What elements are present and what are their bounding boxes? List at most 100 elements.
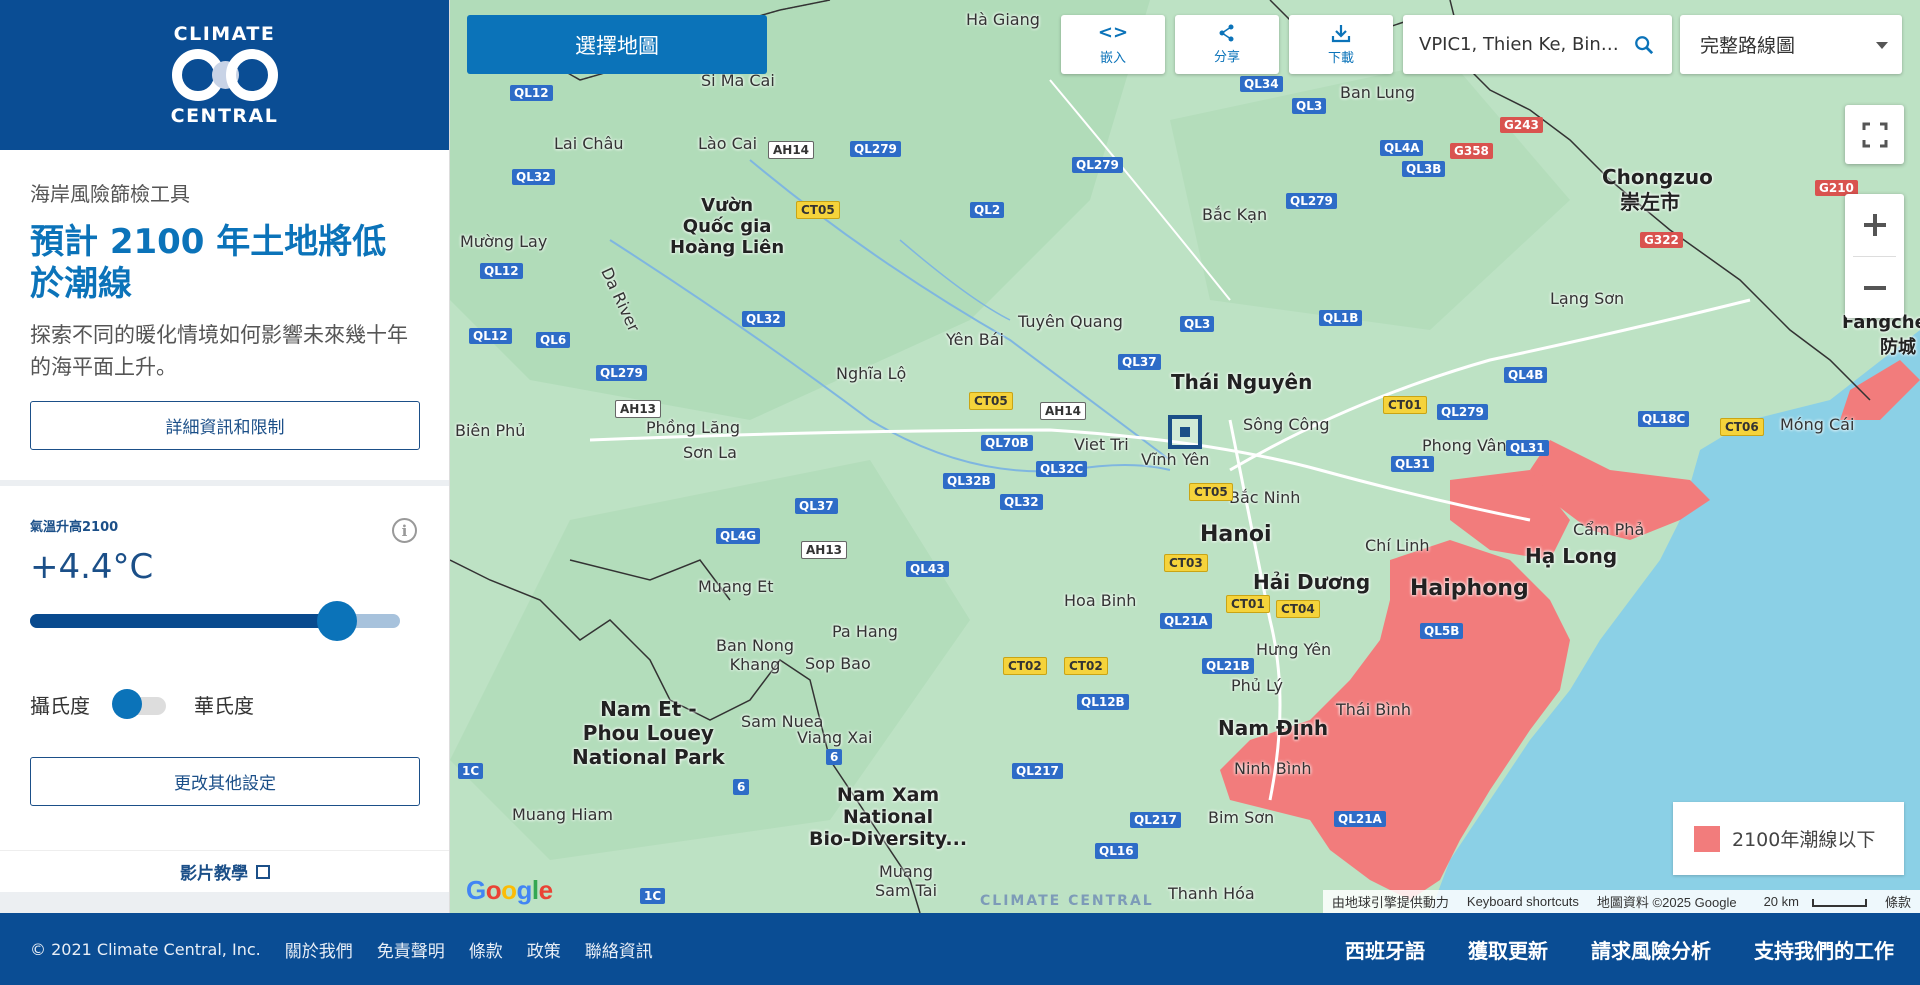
- temperature-slider[interactable]: [30, 599, 400, 641]
- place-label: Bắc Kạn: [1202, 205, 1268, 224]
- download-label: 下載: [1327, 51, 1354, 66]
- road-shield: QL37: [1118, 354, 1161, 370]
- place-label: Vườn Quốc gia Hoàng Liên: [670, 195, 785, 258]
- engine-credit: 由地球引擎提供動力: [1331, 895, 1449, 910]
- settings-section: 氣溫升高2100 i +4.4°C 攝氏度 華氏度 更改其他設定: [0, 486, 449, 806]
- download-button[interactable]: 下載: [1289, 15, 1393, 74]
- road-shield: CT01: [1383, 396, 1427, 414]
- road-shield: QL21B: [1202, 658, 1254, 674]
- footer-link-disclaimer[interactable]: 免責聲明: [377, 937, 445, 962]
- place-label: 防城: [1880, 337, 1916, 358]
- place-label: Bắc Ninh: [1229, 488, 1301, 507]
- road-shield: QL37: [795, 498, 838, 514]
- zoom-in-button[interactable]: [1845, 194, 1904, 256]
- place-label: 崇左市: [1620, 190, 1680, 214]
- minus-icon: [1863, 286, 1886, 290]
- choose-map-button[interactable]: 選擇地圖: [467, 15, 767, 74]
- unit-celsius-label: 攝氏度: [30, 693, 90, 718]
- map-canvas[interactable]: Hà Giang Si Ma Cai Ban Lung Lai Châu Lào…: [450, 0, 1920, 913]
- description: 探索不同的暖化情境如何影響未來幾十年的海平面上升。: [30, 323, 408, 379]
- place-label: Muang Hiam: [512, 805, 613, 824]
- road-shield: G243: [1500, 117, 1543, 133]
- road-shield: QL31: [1391, 456, 1434, 472]
- video-tutorial-label: 影片教學: [180, 864, 248, 884]
- place-label: Yên Bái: [946, 330, 1004, 349]
- road-shield: AH13: [801, 541, 848, 559]
- place-label: Lạng Sơn: [1550, 289, 1625, 308]
- footer-link-updates[interactable]: 獲取更新: [1468, 935, 1548, 964]
- road-shield: QL18C: [1638, 411, 1690, 427]
- road-shield: QL279: [1437, 404, 1488, 420]
- fullscreen-icon: [1862, 122, 1887, 147]
- place-label: Viang Xai: [797, 728, 873, 747]
- road-shield: 6: [826, 749, 843, 765]
- sidebar-bottom-divider: [0, 892, 449, 913]
- map-data-credit: 地圖資料 ©2025 Google: [1596, 895, 1737, 910]
- footer-link-support[interactable]: 支持我們的工作: [1754, 935, 1894, 964]
- footer-link-policy[interactable]: 政策: [527, 937, 561, 962]
- location-marker-icon: [1168, 415, 1202, 449]
- road-shield: QL32: [1000, 494, 1043, 510]
- chevron-down-icon: [1876, 42, 1888, 49]
- road-shield: CT02: [1003, 657, 1047, 675]
- temperature-value: +4.4°C: [30, 547, 154, 587]
- location-search[interactable]: VPIC1, Thien Ke, Binh Xuyen: [1403, 15, 1672, 74]
- road-shield: AH14: [768, 141, 815, 159]
- road-shield: QL2: [970, 202, 1005, 218]
- embed-button[interactable]: <> 嵌入: [1061, 15, 1165, 74]
- place-label: Hanoi: [1200, 522, 1272, 547]
- zoom-controls: [1845, 194, 1904, 318]
- terms-link[interactable]: 條款: [1876, 892, 1920, 911]
- zoom-out-button[interactable]: [1845, 257, 1904, 319]
- logo-rings-icon: [171, 49, 278, 101]
- road-shield: G322: [1640, 232, 1683, 248]
- tool-name: 海岸風險篩檢工具: [30, 182, 190, 206]
- footer: © 2021 Climate Central, Inc. 關於我們 免責聲明 條…: [0, 913, 1920, 985]
- video-tutorial-link[interactable]: 影片教學: [0, 850, 449, 892]
- place-label: Nam Et - Phou Louey National Park: [572, 697, 725, 769]
- footer-link-terms[interactable]: 條款: [469, 937, 503, 962]
- place-label: Phong Vân: [1422, 436, 1507, 455]
- road-shield: QL279: [850, 141, 901, 157]
- map-type-select[interactable]: 完整路線圖: [1680, 15, 1902, 74]
- share-button[interactable]: 分享: [1175, 15, 1279, 74]
- road-shield: QL12B: [1077, 694, 1129, 710]
- google-logo[interactable]: Google: [466, 875, 553, 906]
- toggle-knob[interactable]: [112, 689, 142, 719]
- map-type-value: 完整路線圖: [1700, 35, 1796, 57]
- search-input[interactable]: VPIC1, Thien Ke, Binh Xuyen: [1419, 34, 1624, 55]
- footer-link-about[interactable]: 關於我們: [285, 937, 353, 962]
- place-label: Lào Cai: [698, 134, 758, 153]
- footer-link-contact[interactable]: 聯絡資訊: [585, 937, 653, 962]
- climate-central-logo[interactable]: CLIMATE CENTRAL: [0, 0, 449, 150]
- fullscreen-button[interactable]: [1845, 105, 1904, 164]
- road-shield: QL3B: [1402, 161, 1446, 177]
- share-icon: [1219, 24, 1234, 42]
- search-icon[interactable]: [1634, 35, 1654, 55]
- logo-text-top: CLIMATE: [173, 23, 276, 45]
- road-shield: QL217: [1130, 812, 1181, 828]
- info-icon[interactable]: i: [392, 518, 417, 543]
- footer-link-spanish[interactable]: 西班牙語: [1345, 935, 1425, 964]
- unit-fahrenheit-label: 華氏度: [194, 693, 254, 718]
- unit-toggle[interactable]: [112, 689, 168, 719]
- road-shield: CT06: [1720, 418, 1764, 436]
- logo-text-bottom: CENTRAL: [170, 105, 279, 127]
- slider-thumb[interactable]: [317, 601, 358, 641]
- road-shield: CT04: [1276, 600, 1320, 618]
- road-shield: G358: [1450, 143, 1493, 159]
- place-label: Thái Nguyên: [1171, 370, 1313, 394]
- details-limitations-button[interactable]: 詳細資訊和限制: [30, 401, 420, 450]
- place-label: Thanh Hóa: [1168, 884, 1255, 903]
- share-label: 分享: [1213, 50, 1240, 65]
- road-shield: QL4A: [1380, 140, 1424, 156]
- road-shield: QL4B: [1504, 367, 1548, 383]
- place-label: Pa Hang: [832, 622, 898, 641]
- footer-link-risk-analysis[interactable]: 請求風險分析: [1591, 935, 1711, 964]
- keyboard-shortcuts-link[interactable]: Keyboard shortcuts: [1458, 894, 1588, 909]
- place-label: Tuyên Quang: [1018, 312, 1123, 331]
- place-label: Phủ Lý: [1231, 676, 1283, 695]
- place-label: Mường Lay: [460, 232, 548, 251]
- copyright: © 2021 Climate Central, Inc.: [30, 939, 261, 959]
- more-settings-button[interactable]: 更改其他設定: [30, 757, 420, 806]
